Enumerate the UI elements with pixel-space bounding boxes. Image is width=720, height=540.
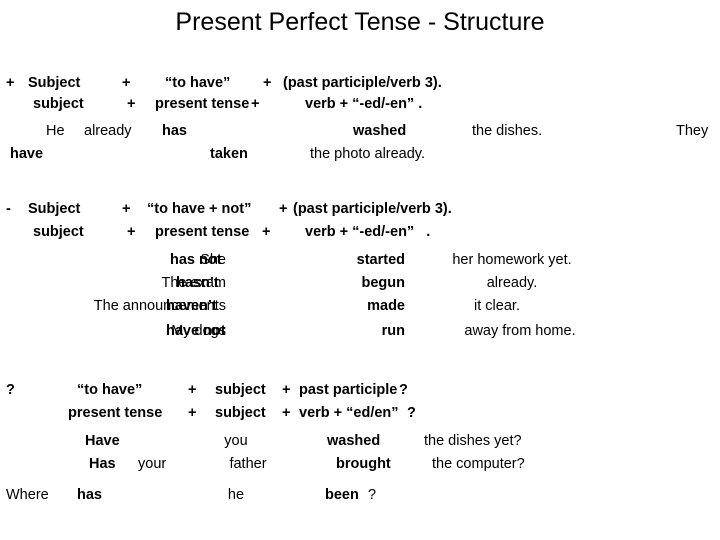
affirmative-formula-subject: Subject [28,75,81,91]
page-title: Present Perfect Tense - Structure [175,8,545,36]
affirmative-formula-plus-1: + [122,75,131,91]
question-explain-verb: verb + “ed/en” [299,405,399,421]
negative-example-1-verb: started [356,252,405,268]
negative-example-3-object: it clear. [474,298,520,314]
affirmative-example-1-object: the dishes. [472,123,543,139]
negative-example-3-aux: haven’t [166,298,217,314]
question-formula-plus-2: + [282,382,291,398]
question-example-1-subject: you [224,433,248,449]
affirmative-formula-verb: (past participle/verb 3). [283,75,442,91]
question-example-1-aux: Have [85,433,120,449]
negative-example-4-object: away from home. [464,323,576,339]
question-formula-qmark: ? [399,382,408,398]
question-example-3-verb: been [325,487,359,503]
negative-example-4-verb: run [381,323,405,339]
affirmative-example-1-subject: He [46,123,65,139]
affirmative-formula-aux: “to have” [165,75,231,91]
question-example-2-verb: brought [336,456,391,472]
affirmative-example-2-verb: taken [210,146,248,162]
affirmative-example-2-aux: have [10,146,44,162]
affirmative-example-1-adverb: already [84,123,132,139]
question-example-3-subject: he [227,487,245,503]
question-formula-aux: “to have” [77,382,143,398]
affirmative-example-1-aux: has [162,123,187,139]
negative-example-1-aux: has not [170,252,222,268]
question-example-2-det: your [138,456,167,472]
question-example-1-verb: washed [327,433,381,449]
negative-formula-aux: “to have + not” [147,201,252,217]
question-explain-qmark: ? [407,405,416,421]
negative-formula-subject: Subject [28,201,81,217]
negative-explain-verb: verb + “-ed/-en” . [305,224,431,240]
question-example-3-aux: has [77,487,102,503]
question-example-2-subject: father [229,456,267,472]
negative-explain-aux: present tense [155,224,250,240]
question-example-2-aux: Has [89,456,116,472]
negative-example-2-verb: begun [361,275,406,291]
negative-example-3-verb: made [367,298,405,314]
affirmative-example-1-trailing: They [676,123,709,139]
negative-example-2-aux: hasn’t [176,275,219,291]
question-explain-aux: present tense [68,405,163,421]
question-explain-subject: subject [215,405,266,421]
affirmative-explain-verb: verb + “-ed/-en” . [305,96,423,112]
question-formula-plus-1: + [188,382,197,398]
negative-example-1-object: her homework yet. [452,252,572,268]
negative-marker: - [6,201,11,217]
question-example-3-wh: Where [6,487,49,503]
affirmative-explain-plus-2: + [251,96,260,112]
question-marker: ? [6,382,15,398]
affirmative-explain-plus-1: + [127,96,136,112]
slide-canvas: Present Perfect Tense - Structure + Subj… [0,0,720,540]
negative-explain-plus-1: + [127,224,136,240]
question-formula-subject: subject [215,382,266,398]
affirmative-explain-subject: subject [33,96,84,112]
question-example-2-object: the computer? [432,456,525,472]
negative-formula-plus-1: + [122,201,131,217]
question-explain-plus-2: + [282,405,291,421]
affirmative-explain-aux: present tense [155,96,250,112]
negative-example-4-aux: have not [166,323,226,339]
negative-explain-subject: subject [33,224,84,240]
question-formula-verb: past participle [299,382,398,398]
question-example-1-object: the dishes yet? [424,433,522,449]
question-explain-plus-1: + [188,405,197,421]
affirmative-example-1-verb: washed [353,123,407,139]
affirmative-marker: + [6,75,15,91]
question-example-3-object: ? [368,487,377,503]
negative-formula-plus-2: + [279,201,288,217]
negative-formula-verb: (past participle/verb 3). [293,201,452,217]
affirmative-example-2-object: the photo already. [310,146,426,162]
affirmative-formula-plus-2: + [263,75,272,91]
negative-explain-plus-2: + [262,224,271,240]
negative-example-2-object: already. [486,275,538,291]
